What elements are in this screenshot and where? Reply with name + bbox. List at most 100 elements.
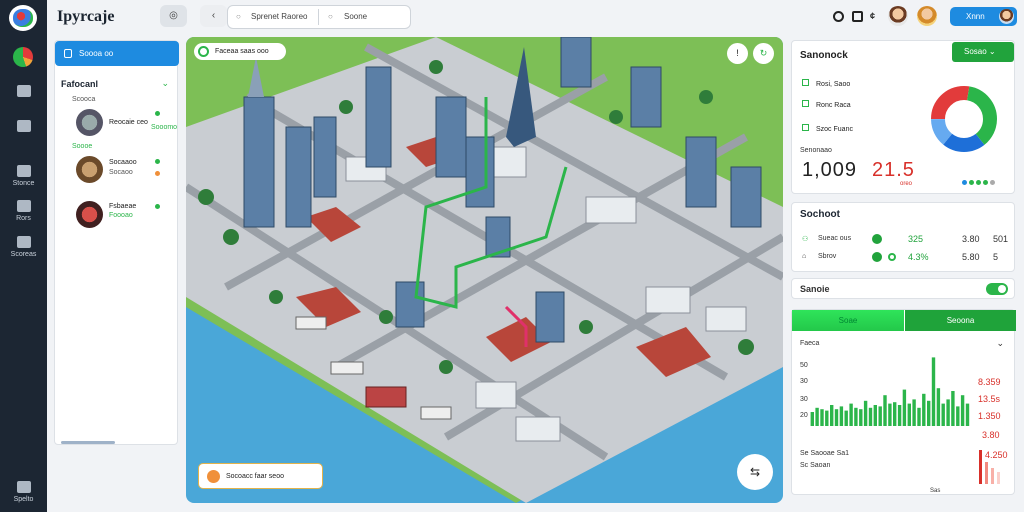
chart-card: Soae Seoona Faeca ⌄ 50 30 30 20 8.359 13…: [791, 309, 1016, 495]
nav-rail: Stonce Rors Scoreas Spelto: [0, 0, 47, 512]
rail-item-camera[interactable]: Rors: [0, 200, 47, 222]
chart-bar: [965, 403, 970, 426]
toggle-card: Sanoie: [791, 278, 1015, 299]
chart-bar: [868, 407, 873, 426]
tab-primary[interactable]: Soae: [792, 310, 904, 331]
metric-value: 1,009: [802, 159, 858, 181]
stats-card: Sanonock Sosao ⌄ Rosi, Saoo Ronc Raca Sz…: [791, 40, 1015, 194]
back-button[interactable]: ‹: [200, 5, 227, 27]
mail-icon: [16, 120, 31, 132]
chevron-down-icon[interactable]: ⌄: [161, 78, 169, 89]
chart-bar: [878, 406, 882, 426]
chart-bar: [960, 395, 965, 426]
item-thumbnail: [76, 201, 103, 228]
chart-bar: [830, 405, 834, 426]
chart-bar: [859, 409, 863, 426]
toggle-switch[interactable]: [986, 283, 1008, 295]
chart-bar: [844, 410, 848, 426]
section-title: Fafocanl: [61, 79, 99, 89]
chart-bar: [815, 407, 819, 426]
chart-bar: [825, 410, 829, 426]
map-chip[interactable]: Faceaa saas ooo: [194, 43, 286, 60]
map-action-button[interactable]: ⇆: [737, 454, 773, 490]
city-map[interactable]: Faceaa saas ooo ! ↻ Socoacc faar seoo ⇆: [186, 37, 783, 503]
chart-bar: [873, 405, 877, 426]
chart-bar: [854, 407, 858, 426]
legend-item: Ronc Raca: [802, 100, 851, 109]
status-dot: [155, 171, 160, 176]
avatar: [999, 9, 1014, 24]
monitor-icon: [16, 85, 31, 97]
chart-bar: [927, 400, 931, 426]
donut-chart: [931, 86, 997, 152]
bar-chart: [810, 357, 970, 426]
search-input[interactable]: ○ Sprenet Raoreo ○ Soone: [227, 5, 411, 29]
camera-icon[interactable]: [852, 11, 863, 22]
camera-button[interactable]: ◎: [160, 5, 187, 27]
home-icon: ⌂: [802, 253, 807, 260]
avatar[interactable]: [888, 6, 908, 26]
chart-bar: [897, 405, 902, 426]
chart-bar: [888, 403, 892, 426]
chart-bar: [902, 389, 907, 426]
chart-bar: [941, 403, 945, 426]
chart-bar: [849, 403, 853, 426]
camera-icon: [16, 200, 31, 212]
refresh-icon: [198, 46, 209, 57]
primary-button[interactable]: Soooa oo: [55, 41, 179, 66]
home-icon: [16, 481, 31, 493]
status-dot: [155, 111, 160, 116]
chart-bar: [893, 402, 897, 426]
chart-bar: [820, 409, 824, 426]
map-canvas: [186, 37, 783, 503]
recycle-icon: [16, 165, 31, 177]
chart-bar: [936, 388, 941, 426]
people-icon: [16, 236, 31, 248]
bell-icon[interactable]: ¢: [870, 11, 881, 22]
metric-value-2: 21.5: [872, 159, 915, 181]
map-footer-card[interactable]: Socoacc faar seoo: [198, 463, 323, 489]
stats-button[interactable]: Sosao ⌄: [952, 42, 1014, 62]
tab-secondary[interactable]: Seoona: [904, 310, 1016, 331]
chart-bar: [834, 409, 839, 426]
info-button[interactable]: !: [727, 43, 748, 64]
chart-bar: [951, 391, 955, 426]
item-thumbnail: [76, 109, 103, 136]
chart-bar: [839, 406, 844, 426]
rail-item-monitor[interactable]: [0, 85, 47, 100]
search-icon: ○: [236, 12, 241, 21]
user-button[interactable]: Xnnn: [950, 7, 1017, 26]
chart-bar: [863, 400, 868, 426]
avatar-2[interactable]: [917, 6, 937, 26]
item-thumbnail: [76, 156, 103, 183]
chart-bar: [917, 407, 921, 426]
rail-item-mail[interactable]: [0, 120, 47, 135]
chart-bar: [883, 395, 887, 426]
clock-icon[interactable]: [833, 11, 844, 22]
legend-item: Szoc Fuanc: [802, 124, 853, 133]
status-card: Sochoot ⚇ Sueac ous 325 3.80 501 ⌂ Sbrov…: [791, 202, 1015, 272]
status-dot: [872, 234, 882, 244]
rail-item-home[interactable]: Spelto: [0, 481, 47, 503]
chart-bar: [946, 399, 950, 426]
chart-bar: [810, 412, 814, 426]
pin-icon: [207, 470, 220, 483]
rail-item-recycle[interactable]: Stonce: [0, 165, 47, 187]
legend-item: Rosi, Saoo: [802, 79, 850, 88]
scrollbar[interactable]: [61, 441, 115, 444]
card-title: Sanonock: [800, 50, 848, 61]
rail-item-people[interactable]: Scoreas: [0, 236, 47, 258]
left-panel: Soooa oo Fafocanl ⌄ Scooca Reocaie ceo S…: [54, 40, 179, 445]
chart-bar: [922, 393, 926, 426]
app-logo[interactable]: [9, 5, 37, 31]
status-dot: [155, 204, 160, 209]
globe-icon[interactable]: [13, 47, 33, 67]
top-bar: Ipyrcaje ◎ ‹ ○ Sprenet Raoreo ○ Soone ¢ …: [47, 0, 1024, 36]
chart-bar: [931, 357, 936, 426]
mini-bar-chart: [979, 450, 1000, 484]
page-title: Ipyrcaje: [57, 8, 115, 25]
chevron-down-icon[interactable]: ⌄: [996, 338, 1004, 349]
people-icon: ⚇: [802, 236, 809, 243]
refresh-button[interactable]: ↻: [753, 43, 774, 64]
doc-icon: [64, 49, 72, 58]
